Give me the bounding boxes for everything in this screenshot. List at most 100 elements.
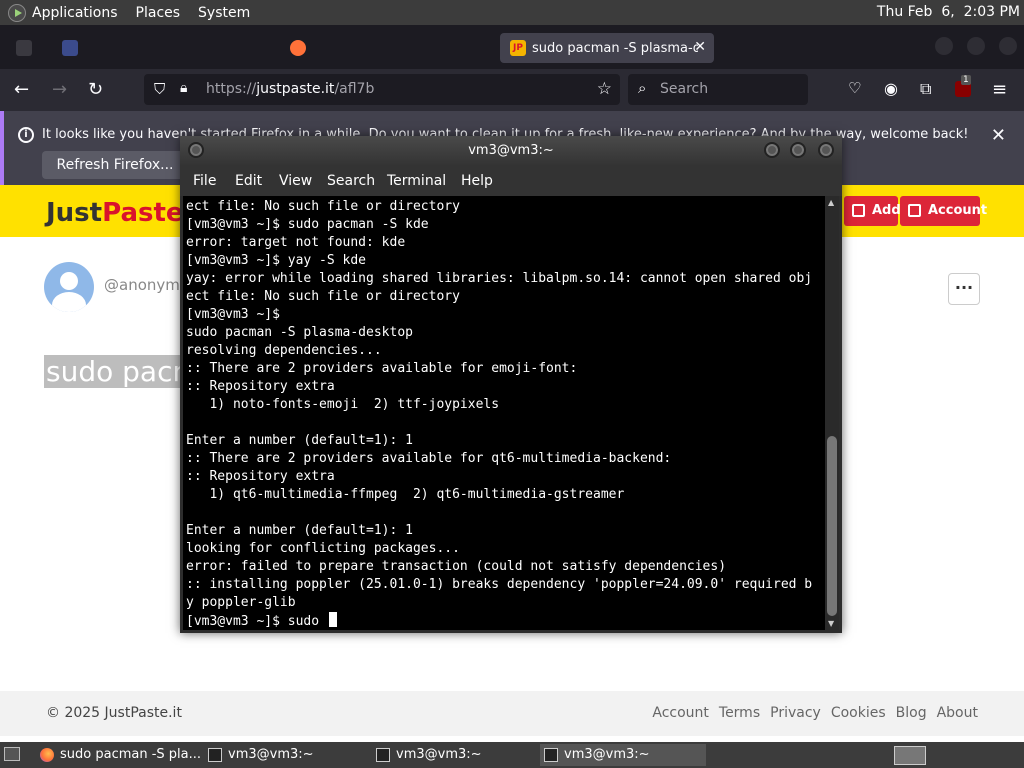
footer-link-account[interactable]: Account: [652, 705, 709, 721]
footer-link-blog[interactable]: Blog: [896, 705, 927, 721]
minimize-icon[interactable]: [935, 37, 953, 55]
user-icon: [908, 204, 921, 217]
menu-terminal[interactable]: Terminal: [387, 173, 446, 189]
task-label: vm3@vm3:~: [396, 747, 482, 762]
terminal-line: 1) noto-fonts-emoji 2) ttf-joypixels: [186, 397, 500, 412]
task-terminal-1[interactable]: vm3@vm3:~: [204, 744, 368, 766]
scroll-up-icon[interactable]: ▲: [828, 198, 834, 207]
prompt-text: [vm3@vm3 ~]$ sudo: [186, 614, 327, 629]
terminal-line: Enter a number (default=1): 1: [186, 433, 413, 448]
tab-active[interactable]: JP sudo pacman -S plasma-de ✕: [500, 33, 714, 63]
scroll-thumb[interactable]: [827, 436, 837, 616]
close-icon[interactable]: ✕: [991, 125, 1006, 146]
footer-link-terms[interactable]: Terms: [719, 705, 760, 721]
terminal-window[interactable]: vm3@vm3:~ File Edit View Search Terminal…: [180, 136, 842, 633]
tab-close-icon[interactable]: ✕: [694, 39, 706, 55]
window-menu-icon[interactable]: [188, 142, 204, 158]
forward-icon[interactable]: →: [52, 79, 67, 100]
close-window-icon[interactable]: [999, 37, 1017, 55]
site-logo[interactable]: JustPaste: [46, 198, 184, 228]
show-desktop-icon[interactable]: [4, 747, 20, 761]
footer-link-privacy[interactable]: Privacy: [770, 705, 821, 721]
terminal-line: [vm3@vm3 ~]$: [186, 307, 280, 322]
back-icon[interactable]: ←: [14, 79, 29, 100]
maximize-icon[interactable]: [967, 37, 985, 55]
task-terminal-2[interactable]: vm3@vm3:~: [372, 744, 536, 766]
url-bar[interactable]: ⛉ 🔒︎ https://justpaste.it/afl7b ☆: [144, 74, 620, 105]
terminal-line: yay: error while loading shared librarie…: [186, 271, 813, 286]
terminal-line: looking for conflicting packages...: [186, 541, 460, 556]
logo-part: Just: [46, 198, 103, 228]
shield-icon[interactable]: ⛉: [154, 80, 165, 98]
task-label: vm3@vm3:~: [228, 747, 314, 762]
footer-links: Account Terms Privacy Cookies Blog About: [652, 705, 978, 721]
terminal-line: ect file: No such file or directory: [186, 289, 460, 304]
account-button[interactable]: Account: [900, 196, 987, 226]
menu-file[interactable]: File: [193, 173, 216, 189]
author-name[interactable]: @anonymo: [104, 276, 189, 294]
terminal-line: y poppler-glib: [186, 595, 296, 610]
terminal-line: resolving dependencies...: [186, 343, 382, 358]
tab-3[interactable]: [280, 33, 490, 63]
tab-active-label: sudo pacman -S plasma-de: [532, 40, 698, 56]
distro-logo-icon[interactable]: [8, 3, 26, 22]
pocket-icon[interactable]: ♡: [848, 79, 861, 97]
menu-system[interactable]: System: [198, 5, 250, 21]
add-icon: [852, 204, 865, 217]
clock[interactable]: Thu Feb 6, 2:03 PM: [877, 4, 1020, 20]
tab-2[interactable]: [52, 33, 272, 63]
text-cursor: [328, 612, 337, 627]
hamburger-menu-icon[interactable]: ≡: [992, 79, 1007, 100]
task-firefox[interactable]: sudo pacman -S pla...: [36, 744, 201, 766]
lock-icon[interactable]: 🔒︎: [180, 80, 187, 96]
search-bar[interactable]: ⌕ Search: [628, 74, 808, 105]
terminal-lines: ect file: No such file or directory [vm3@…: [186, 198, 812, 630]
terminal-scrollbar[interactable]: ▲ ▼: [825, 196, 839, 630]
minimize-icon[interactable]: [764, 142, 780, 158]
more-options-button[interactable]: ···: [948, 273, 980, 305]
terminal-titlebar[interactable]: vm3@vm3:~: [180, 136, 842, 166]
firefox-icon: [290, 40, 306, 56]
bookmark-star-icon[interactable]: ☆: [597, 79, 612, 99]
extensions-icon[interactable]: ⧉: [920, 79, 931, 99]
footer-link-cookies[interactable]: Cookies: [831, 705, 886, 721]
terminal-line: :: installing poppler (25.01.0-1) breaks…: [186, 577, 813, 592]
terminal-line: error: failed to prepare transaction (co…: [186, 559, 727, 574]
close-icon[interactable]: [818, 142, 834, 158]
terminal-line: error: target not found: kde: [186, 235, 406, 250]
menu-search[interactable]: Search: [327, 173, 375, 189]
browser-nav-bar: ← → ↻ ⛉ 🔒︎ https://justpaste.it/afl7b ☆ …: [0, 69, 1024, 111]
url-text[interactable]: https://justpaste.it/afl7b: [206, 81, 374, 97]
add-button[interactable]: Add: [844, 196, 901, 226]
terminal-output[interactable]: ect file: No such file or directory [vm3@…: [183, 196, 825, 630]
menu-help[interactable]: Help: [461, 173, 493, 189]
menu-edit[interactable]: Edit: [235, 173, 262, 189]
refresh-firefox-button[interactable]: Refresh Firefox...: [42, 151, 188, 179]
paste-content: sudo pacm: [44, 355, 202, 388]
extension-badge: 1: [961, 75, 971, 85]
terminal-line: [vm3@vm3 ~]$ sudo pacman -S kde: [186, 217, 429, 232]
terminal-line: :: Repository extra: [186, 469, 335, 484]
tab-1[interactable]: [6, 33, 56, 63]
terminal-line: :: There are 2 providers available for q…: [186, 451, 672, 466]
terminal-line: Enter a number (default=1): 1: [186, 523, 413, 538]
reload-icon[interactable]: ↻: [88, 79, 103, 100]
footer-link-about[interactable]: About: [937, 705, 978, 721]
menu-places[interactable]: Places: [136, 5, 181, 21]
ublock-icon[interactable]: 1: [955, 75, 971, 97]
menu-applications[interactable]: Applications: [32, 5, 118, 21]
terminal-icon: [544, 748, 558, 762]
menu-view[interactable]: View: [279, 173, 312, 189]
task-label: vm3@vm3:~: [564, 747, 650, 762]
copyright: © 2025 JustPaste.it: [46, 705, 182, 721]
terminal-line: [vm3@vm3 ~]$ yay -S kde: [186, 253, 367, 268]
workspace-switcher[interactable]: [894, 746, 926, 765]
terminal-line: ect file: No such file or directory: [186, 199, 460, 214]
maximize-icon[interactable]: [790, 142, 806, 158]
tab-favicon: [16, 40, 32, 56]
account-icon[interactable]: ◉: [884, 79, 898, 98]
scroll-down-icon[interactable]: ▼: [828, 619, 834, 628]
task-terminal-3[interactable]: vm3@vm3:~: [540, 744, 706, 766]
